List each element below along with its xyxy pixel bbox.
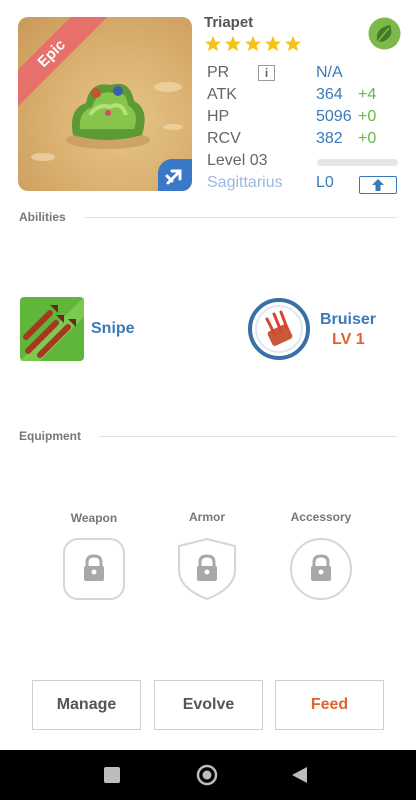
info-icon[interactable]: i [258, 65, 275, 81]
level-progress-bar [317, 159, 398, 166]
atk-label: ATK [207, 86, 237, 103]
pr-label: PR [207, 64, 230, 81]
pr-value: N/A [316, 64, 343, 81]
atk-bonus: +4 [358, 86, 377, 103]
claw-icon[interactable] [247, 297, 311, 361]
equipment-title: Equipment [19, 429, 81, 443]
star-rating [205, 36, 303, 58]
stat-row-atk: ATK 364 +4 [207, 86, 402, 108]
feed-button[interactable]: Feed [275, 680, 384, 730]
rcv-label: RCV [207, 130, 241, 147]
armor-slot[interactable] [176, 537, 238, 601]
stat-row-hp: HP 5096 +0 [207, 108, 402, 130]
skill-name[interactable]: Snipe [91, 320, 135, 338]
passive-name[interactable]: Bruiser [320, 311, 376, 329]
hp-value: 5096 [316, 108, 352, 125]
upgrade-button[interactable] [359, 176, 397, 194]
hp-label: HP [207, 108, 230, 125]
arrows-icon[interactable] [20, 297, 84, 361]
recents-button[interactable] [96, 759, 128, 791]
evolve-button[interactable]: Evolve [154, 680, 263, 730]
atk-value: 364 [316, 86, 343, 103]
sign-value: L0 [316, 174, 334, 191]
pet-portrait[interactable]: Epic [18, 17, 192, 191]
hp-bonus: +0 [358, 108, 377, 125]
arrow-up-icon [372, 179, 384, 191]
stat-row-level: Level 03 [207, 152, 402, 174]
weapon-label: Weapon [70, 511, 118, 525]
stat-row-rcv: RCV 382 +0 [207, 130, 402, 152]
manage-button[interactable]: Manage [32, 680, 141, 730]
level-label: Level 03 [207, 152, 268, 169]
home-button[interactable] [191, 759, 223, 791]
accessory-slot[interactable] [290, 538, 352, 600]
airplane-icon [158, 159, 192, 191]
pet-name: Triapet [204, 14, 254, 31]
stat-row-pr: PR i N/A [207, 64, 402, 86]
weapon-slot[interactable] [63, 538, 125, 600]
rcv-bonus: +0 [358, 130, 377, 147]
abilities-title: Abilities [19, 210, 66, 224]
equipment-divider [99, 436, 397, 437]
abilities-divider [84, 217, 397, 218]
leaf-icon [368, 17, 401, 50]
system-nav-bar [0, 750, 416, 800]
back-button[interactable] [284, 759, 316, 791]
stat-row-sign: Sagittarius L0 [207, 174, 402, 196]
armor-label: Armor [188, 510, 225, 524]
passive-level: LV 1 [332, 331, 365, 348]
accessory-label: Accessory [290, 510, 352, 524]
sign-label: Sagittarius [207, 174, 283, 191]
rcv-value: 382 [316, 130, 343, 147]
